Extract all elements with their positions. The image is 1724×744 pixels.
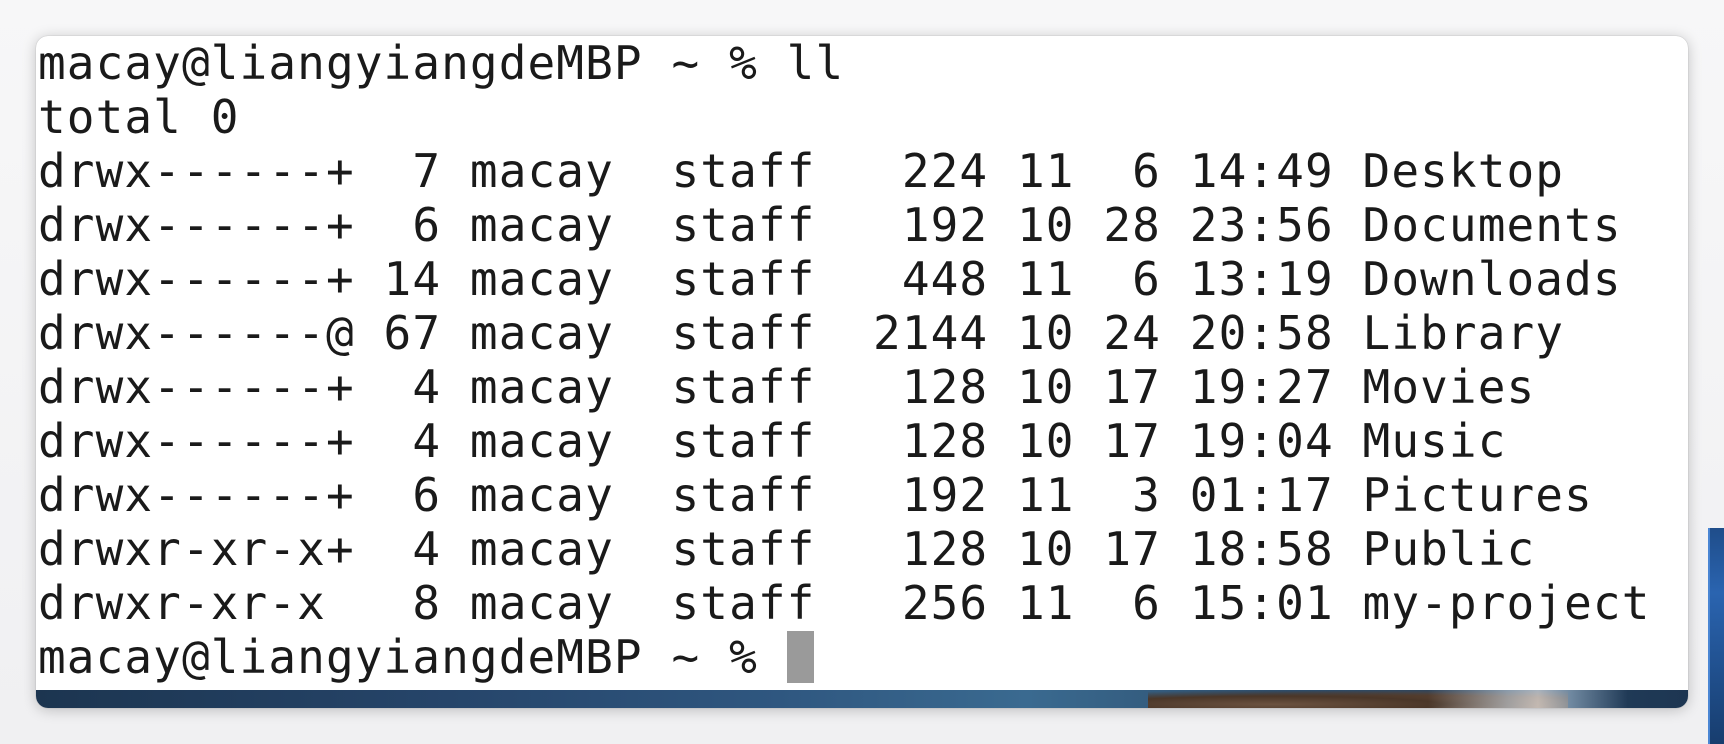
directory-entry-documents: drwx------+ 6 macay staff 192 10 28 23:5… xyxy=(38,198,1622,252)
terminal-prompt: macay@liangyiangdeMBP ~ % xyxy=(38,630,787,684)
directory-entry-desktop: drwx------+ 7 macay staff 224 11 6 14:49… xyxy=(38,144,1565,198)
directory-entry-pictures: drwx------+ 6 macay staff 192 11 3 01:17… xyxy=(38,468,1593,522)
directory-entry-my-project: drwxr-xr-x 8 macay staff 256 11 6 15:01 … xyxy=(38,576,1651,630)
terminal-total-line: total 0 xyxy=(38,90,240,144)
background-window-edge[interactable] xyxy=(1708,528,1724,744)
terminal-window[interactable]: macay@liangyiangdeMBP ~ % ll total 0 drw… xyxy=(36,36,1688,708)
desktop: macay@liangyiangdeMBP ~ % ll total 0 drw… xyxy=(0,0,1724,744)
terminal-prompt-line[interactable]: macay@liangyiangdeMBP ~ % xyxy=(36,630,1688,684)
text-cursor[interactable] xyxy=(786,631,814,683)
directory-entry-public: drwxr-xr-x+ 4 macay staff 128 10 17 18:5… xyxy=(38,522,1536,576)
terminal-command-line: macay@liangyiangdeMBP ~ % ll xyxy=(38,36,845,90)
directory-entry-downloads: drwx------+ 14 macay staff 448 11 6 13:1… xyxy=(38,252,1622,306)
directory-entry-library: drwx------@ 67 macay staff 2144 10 24 20… xyxy=(38,306,1565,360)
desktop-wallpaper xyxy=(36,690,1688,708)
directory-entry-music: drwx------+ 4 macay staff 128 10 17 19:0… xyxy=(38,414,1507,468)
directory-entry-movies: drwx------+ 4 macay staff 128 10 17 19:2… xyxy=(38,360,1536,414)
wallpaper-waves xyxy=(1428,690,1628,708)
terminal-output[interactable]: macay@liangyiangdeMBP ~ % ll total 0 drw… xyxy=(36,36,1688,690)
